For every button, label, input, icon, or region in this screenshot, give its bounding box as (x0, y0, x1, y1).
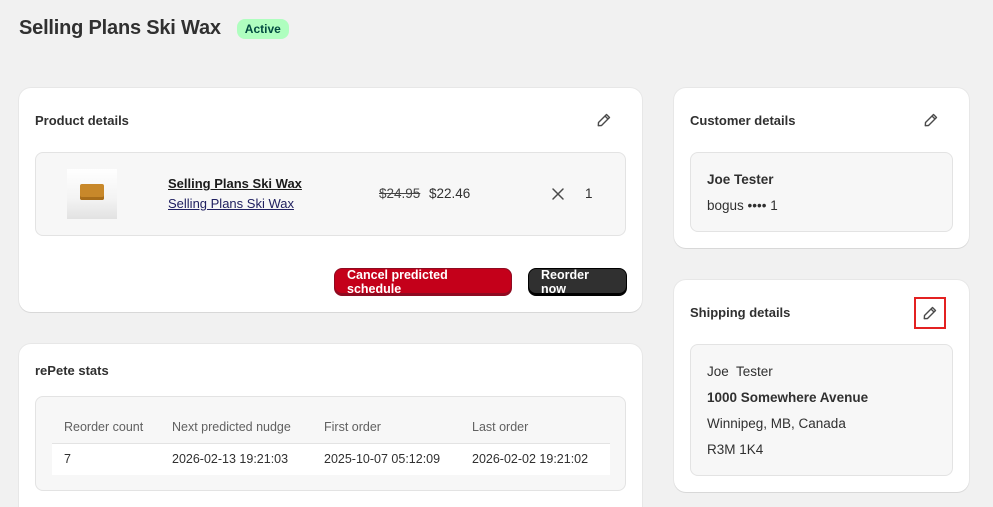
customer-name: Joe Tester (707, 172, 774, 187)
column-header: Next predicted nudge (160, 411, 312, 443)
product-variant-link[interactable]: Selling Plans Ski Wax (168, 196, 294, 211)
first-order-cell: 2025-10-07 05:12:09 (312, 442, 460, 475)
shipping-postal-code: R3M 1K4 (707, 442, 764, 457)
next-nudge-cell: 2026-02-13 19:21:03 (160, 442, 312, 475)
stats-header-row: Reorder count Next predicted nudge First… (52, 411, 610, 443)
page: Selling Plans Ski Wax Active Product det… (0, 0, 993, 507)
repete-stats-card: rePete stats Reorder count Next predicte… (19, 344, 642, 507)
reorder-count-cell: 7 (52, 442, 160, 475)
repete-stats-title: rePete stats (35, 363, 109, 378)
page-header: Selling Plans Ski Wax Active (19, 17, 289, 40)
reorder-now-button[interactable]: Reorder now (528, 268, 627, 296)
edit-product-button[interactable] (588, 104, 620, 136)
shipping-name: Joe Tester (707, 364, 773, 379)
shipping-address-line: 1000 Somewhere Avenue (707, 390, 869, 405)
customer-details-title: Customer details (690, 113, 796, 128)
stats-table: Reorder count Next predicted nudge First… (52, 411, 610, 475)
column-header: Reorder count (52, 411, 160, 443)
product-thumbnail (67, 169, 117, 219)
stats-table-container: Reorder count Next predicted nudge First… (35, 396, 626, 491)
quantity-value: 1 (585, 186, 593, 201)
customer-info-box: Joe Tester bogus •••• 1 (690, 152, 953, 232)
column-header: First order (312, 411, 460, 443)
shipping-details-card: Shipping details Joe Tester 1000 Somewhe… (674, 280, 969, 492)
last-order-cell: 2026-02-02 19:21:02 (460, 442, 610, 475)
cancel-predicted-schedule-button[interactable]: Cancel predicted schedule (334, 268, 512, 296)
page-title: Selling Plans Ski Wax (19, 17, 221, 39)
product-details-card: Product details Selling Plans Ski Wax Se… (19, 88, 642, 312)
shipping-city-line: Winnipeg, MB, Canada (707, 416, 846, 431)
customer-details-card: Customer details Joe Tester bogus •••• 1 (674, 88, 969, 248)
pencil-icon (923, 306, 937, 320)
column-header: Last order (460, 411, 610, 443)
status-badge: Active (236, 18, 289, 39)
original-price: $24.95 (379, 186, 421, 201)
product-name-link[interactable]: Selling Plans Ski Wax (168, 176, 302, 191)
table-row: 7 2026-02-13 19:21:03 2025-10-07 05:12:0… (52, 442, 610, 475)
product-line-item: Selling Plans Ski Wax Selling Plans Ski … (35, 152, 626, 236)
pencil-icon (597, 113, 611, 127)
edit-shipping-button[interactable] (914, 297, 946, 329)
pencil-icon (924, 113, 938, 127)
ski-wax-image (80, 184, 104, 200)
shipping-details-title: Shipping details (690, 305, 791, 320)
times-icon (552, 188, 564, 200)
edit-customer-button[interactable] (915, 104, 947, 136)
payment-method: bogus •••• 1 (707, 198, 778, 213)
current-price: $22.46 (429, 186, 471, 201)
product-details-title: Product details (35, 113, 129, 128)
shipping-address-box: Joe Tester 1000 Somewhere Avenue Winnipe… (690, 344, 953, 476)
